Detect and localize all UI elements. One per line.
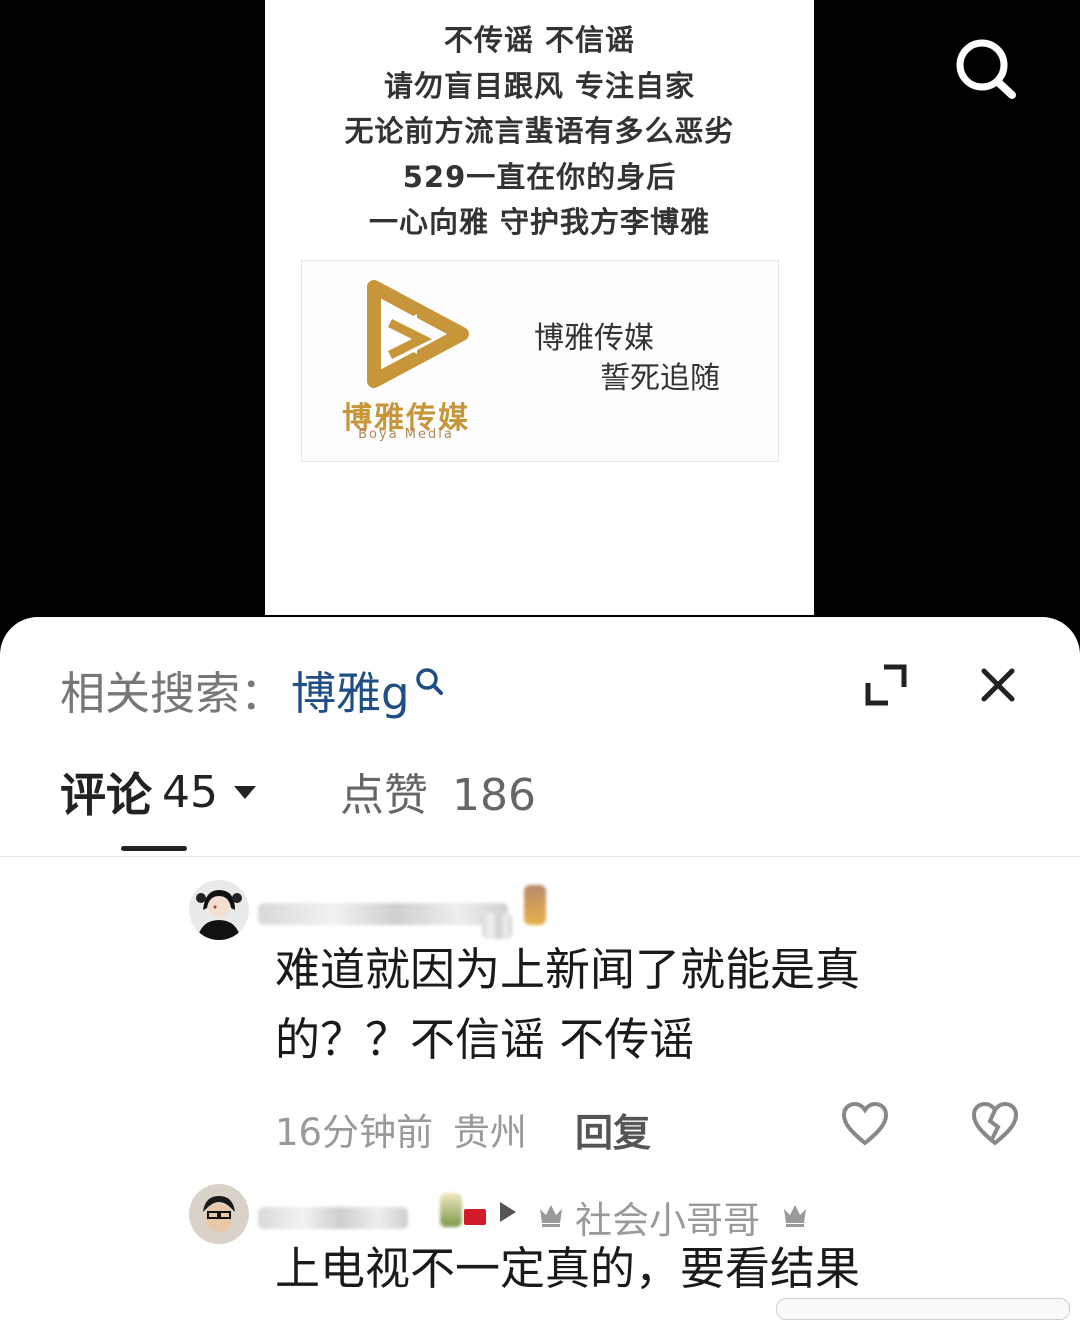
comment-meta: 16分钟前 贵州 (275, 1102, 527, 1156)
poster-line: 一心向雅 守护我方李博雅 (368, 205, 711, 239)
close-icon[interactable] (972, 659, 1024, 711)
heart-icon[interactable] (840, 1101, 890, 1147)
tab-likes-label: 点赞 (340, 770, 428, 821)
comments-sheet: 相关搜索： 博雅g 评论 45 点赞 186 难道就因为上新闻了就能是真的？？不… (0, 617, 1080, 1338)
username-redacted[interactable] (258, 903, 508, 925)
poster-line: 529一直在你的身后 (402, 159, 677, 194)
related-search[interactable]: 相关搜索： 博雅g (60, 657, 444, 722)
expand-icon[interactable] (860, 659, 912, 711)
tab-comments-label: 评论 (60, 768, 152, 822)
user-badges-redacted (440, 1193, 462, 1227)
avatar-image (189, 880, 249, 940)
avatar[interactable] (189, 880, 249, 940)
slogan-line: 博雅传媒 (534, 321, 654, 356)
tab-likes[interactable]: 点赞 186 (340, 759, 536, 823)
play-logo-icon (367, 280, 469, 388)
comment-text: 难道就因为上新闻了就能是真的？？不信谣 不传谣 (275, 943, 861, 1066)
logo-subtitle: Boya Media (358, 427, 454, 442)
tab-comments-count: 45 (162, 766, 218, 818)
broken-heart-icon[interactable] (970, 1101, 1020, 1147)
poster-line: 不传谣 不信谣 (443, 23, 636, 57)
user-badges-redacted (464, 1209, 486, 1225)
related-search-term[interactable]: 博雅g (291, 657, 410, 722)
avatar[interactable] (189, 1184, 249, 1244)
crown-icon (540, 1205, 562, 1227)
comment-time: 16分钟前 (275, 1111, 434, 1154)
search-icon (415, 667, 443, 695)
tab-comments[interactable]: 评论 45 (60, 759, 258, 825)
poster-text: 不传谣 不信谣 请勿盲目跟风 专注自家 无论前方流言蜚语有多么恶劣 529一直在… (265, 18, 814, 246)
search-icon[interactable] (952, 36, 1018, 102)
video-area: 不传谣 不信谣 请勿盲目跟风 专注自家 无论前方流言蜚语有多么恶劣 529一直在… (0, 0, 1080, 640)
crown-icon (784, 1205, 806, 1227)
divider (0, 856, 1080, 857)
reply-button[interactable]: 回复 (575, 1102, 651, 1157)
comment-text: 上电视不一定真的，要看结果 (275, 1242, 861, 1295)
chevron-down-icon[interactable] (232, 783, 258, 801)
home-indicator (776, 1298, 1070, 1320)
video-poster: 不传谣 不信谣 请勿盲目跟风 专注自家 无论前方流言蜚语有多么恶劣 529一直在… (265, 0, 814, 615)
tab-likes-count: 186 (452, 770, 536, 821)
username-redacted[interactable] (258, 1207, 408, 1229)
related-search-label: 相关搜索： (60, 667, 286, 720)
comment-location: 贵州 (452, 1111, 527, 1154)
play-arrow-icon (500, 1202, 516, 1222)
user-badges-redacted (524, 885, 546, 925)
poster-line: 请勿盲目跟风 专注自家 (383, 68, 696, 103)
slogan-line: 誓死追随 (600, 361, 720, 396)
logo-card: 博雅传媒 Boya Media 博雅传媒 誓死追随 (301, 260, 779, 462)
avatar-image (189, 1184, 249, 1244)
poster-line: 无论前方流言蜚语有多么恶劣 (344, 114, 735, 148)
active-tab-indicator (121, 846, 187, 851)
